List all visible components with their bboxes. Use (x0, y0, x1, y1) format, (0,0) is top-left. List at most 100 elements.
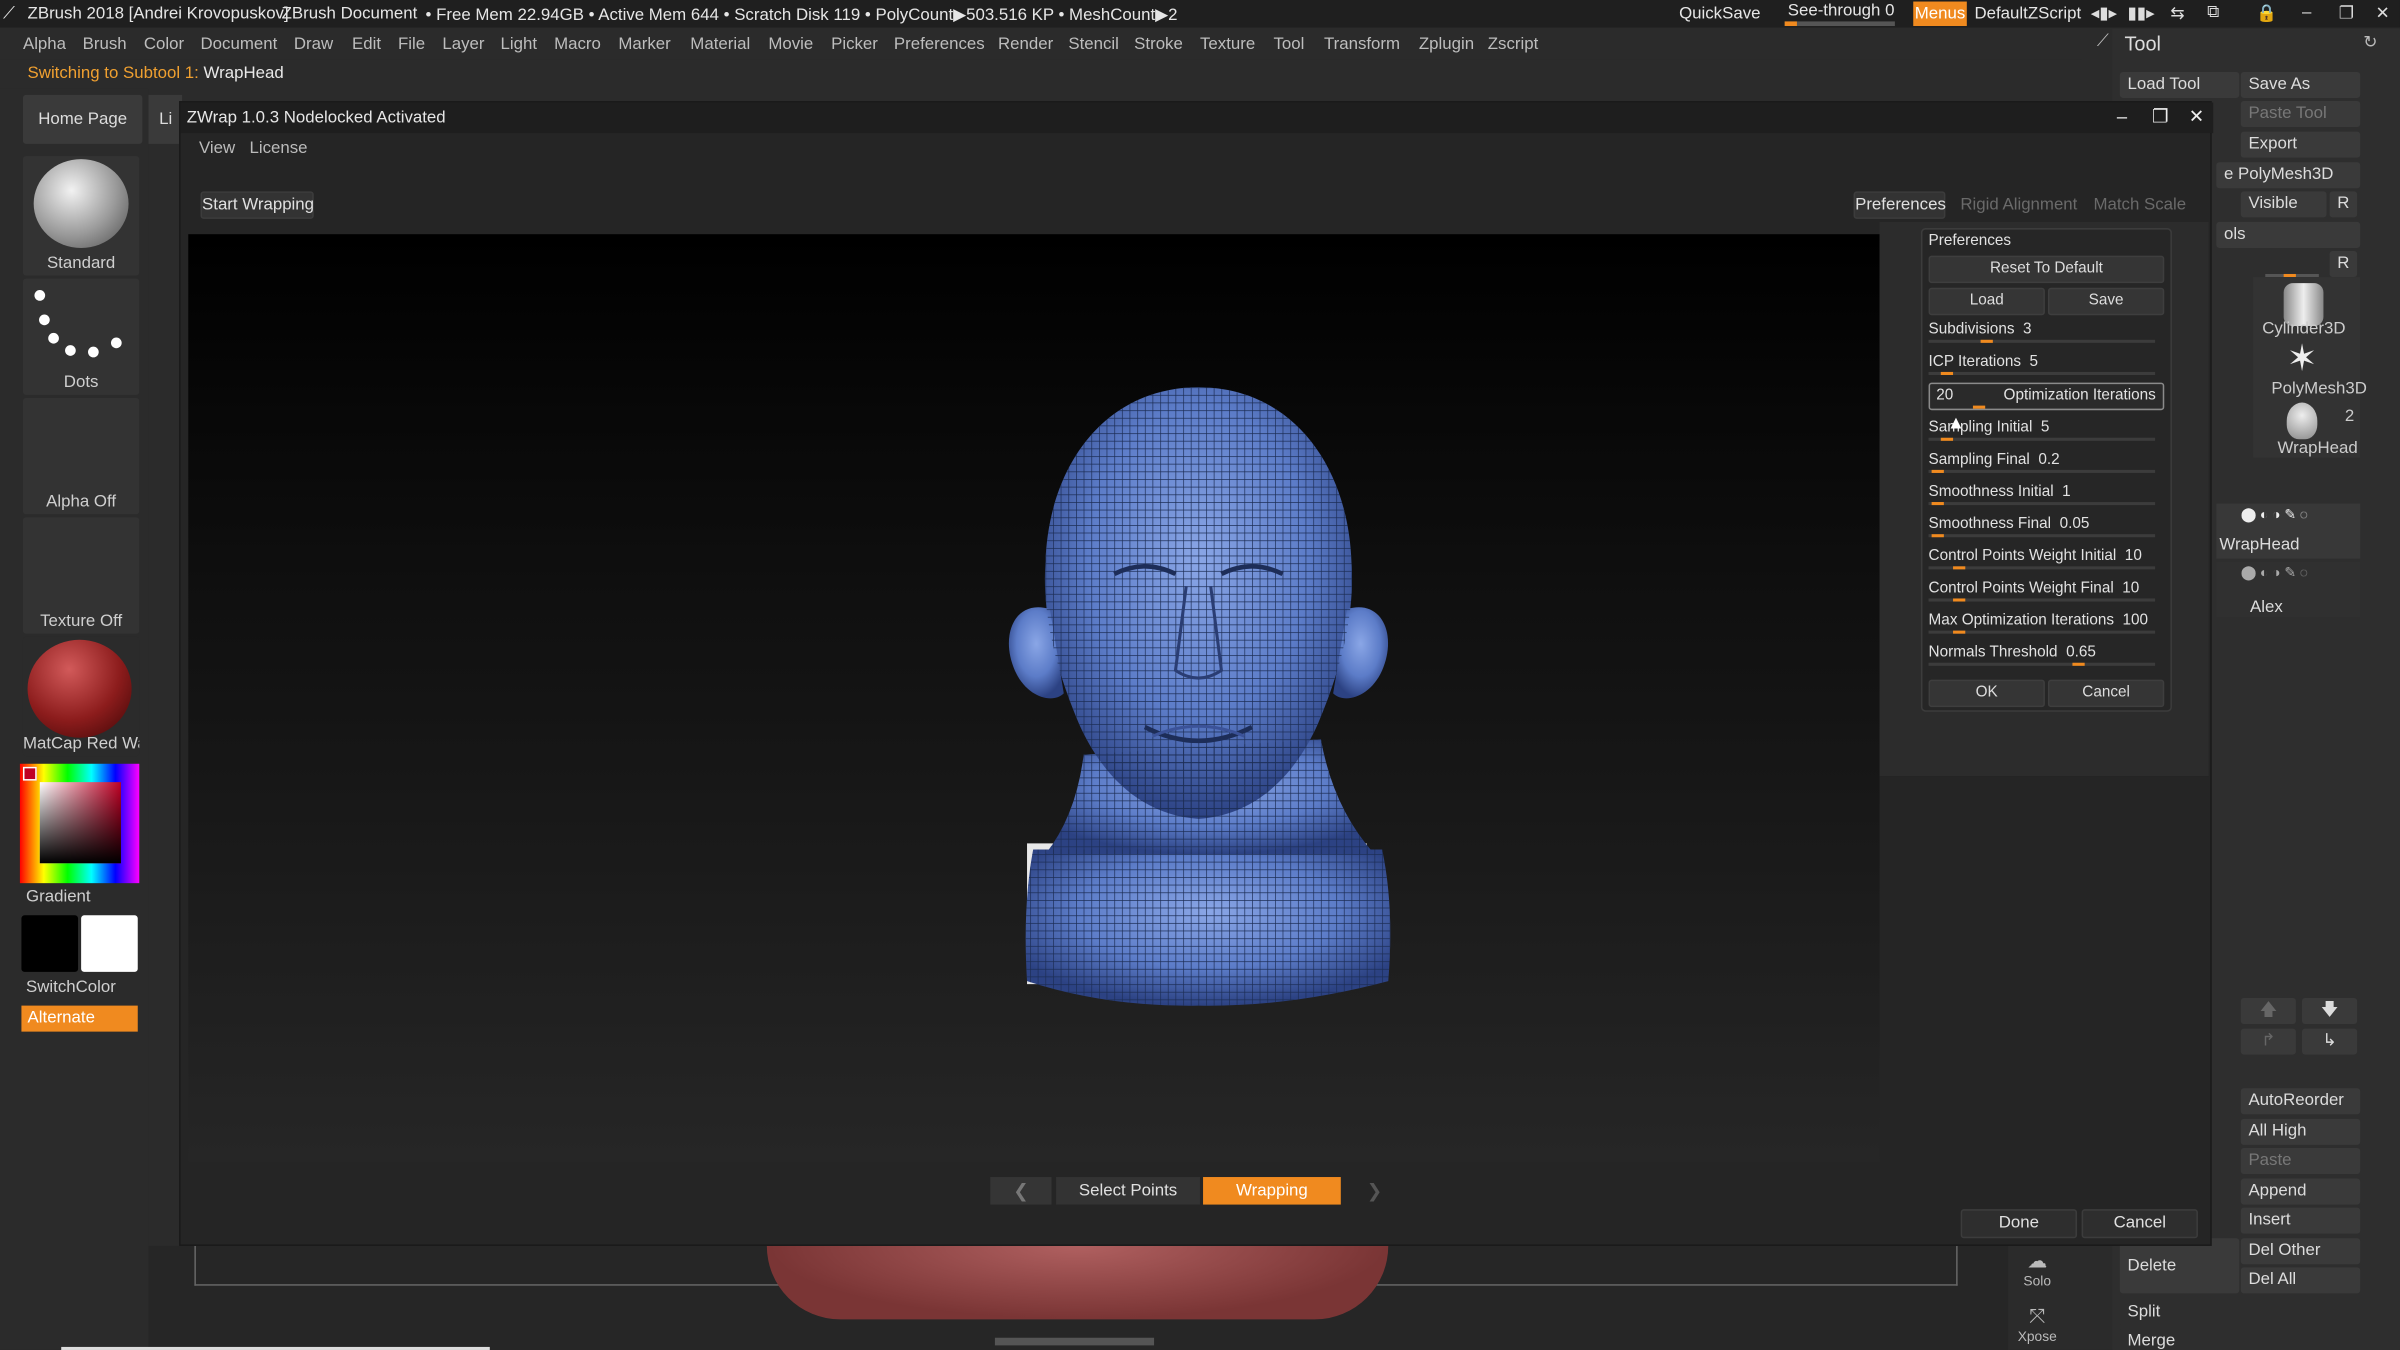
subtools-header[interactable]: ols (2216, 221, 2361, 248)
del-other-button[interactable]: Del Other (2240, 1238, 2361, 1265)
menu-movie[interactable]: Movie (768, 35, 813, 53)
subtool-alex-icons[interactable]: ⬤ ◐ ◑ ✎ ◌ (2241, 565, 2308, 582)
export-button[interactable]: Export (2240, 131, 2361, 158)
visible-r-button[interactable]: R (2329, 191, 2358, 218)
restore-icon[interactable]: ❐ (2339, 3, 2354, 23)
dock-icon[interactable]: ⧉ (2207, 3, 2219, 23)
menu-draw[interactable]: Draw (294, 35, 333, 53)
stroke-selector[interactable]: Dots (22, 278, 140, 395)
tool-r-button[interactable]: R (2329, 251, 2358, 278)
menu-layer[interactable]: Layer (442, 35, 484, 53)
insert-button[interactable]: Insert (2240, 1207, 2361, 1234)
home-page-button[interactable]: Home Page (22, 94, 143, 144)
menu-zscript[interactable]: Zscript (1488, 35, 1539, 53)
prefs-load-button[interactable]: Load (1928, 287, 2045, 316)
menu-macro[interactable]: Macro (554, 35, 601, 53)
polymesh3d-star-icon[interactable]: ✶ (2287, 341, 2318, 378)
next-step-button[interactable]: ❯ (1344, 1177, 1405, 1205)
menu-render[interactable]: Render (998, 35, 1053, 53)
del-all-button[interactable]: Del All (2240, 1267, 2361, 1294)
zwrap-minimize-icon[interactable]: – (2117, 106, 2127, 127)
optimization-iterations-slider[interactable]: 20 Optimization Iterations (1928, 382, 2165, 411)
rigid-alignment-tab[interactable]: Rigid Alignment (1953, 191, 2085, 219)
save-as-button[interactable]: Save As (2240, 71, 2361, 98)
icp-iterations-slider[interactable]: ICP Iterations 5 (1928, 351, 2156, 383)
previous-step-button[interactable]: ❮ (990, 1177, 1052, 1205)
menu-document[interactable]: Document (201, 35, 278, 53)
swap-icon[interactable]: ⇆ (2170, 3, 2184, 23)
document-canvas[interactable] (148, 1245, 2009, 1350)
subtool-item-alex[interactable]: ⬤ ◐ ◑ ✎ ◌ Alex (2216, 561, 2361, 617)
secondary-color-swatch[interactable] (81, 915, 138, 972)
zwrap-maximize-icon[interactable]: ❐ (2152, 106, 2168, 127)
alpha-selector[interactable]: Alpha Off (22, 397, 140, 515)
control-points-weight-final-slider[interactable]: Control Points Weight Final 10 (1928, 577, 2156, 609)
horizontal-scrollbar[interactable] (994, 1337, 1155, 1346)
menu-brush[interactable]: Brush (83, 35, 127, 53)
normals-threshold-slider[interactable]: Normals Threshold 0.65 (1928, 641, 2156, 673)
main-color-swatch[interactable] (21, 915, 79, 972)
sampling-final-slider[interactable]: Sampling Final 0.2 (1928, 448, 2156, 480)
menu-alpha[interactable]: Alpha (23, 35, 66, 53)
prefs-cancel-button[interactable]: Cancel (2047, 679, 2165, 708)
reset-to-default-button[interactable]: Reset To Default (1928, 255, 2165, 284)
menu-file[interactable]: File (398, 35, 425, 53)
split-header[interactable]: Split (2119, 1299, 2361, 1326)
tool-pin-icon[interactable]: ⟋ (2097, 32, 2109, 52)
menu-preferences[interactable]: Preferences (894, 35, 985, 53)
wraphead-label[interactable]: WrapHead (2278, 439, 2358, 457)
control-points-weight-initial-slider[interactable]: Control Points Weight Initial 10 (1928, 545, 2156, 577)
subtool-visibility-icons[interactable]: ⬤ ◐ ◑ ✎ ◌ (2241, 507, 2308, 524)
menu-light[interactable]: Light (501, 35, 538, 53)
cylinder3d-label[interactable]: Cylinder3D (2262, 320, 2345, 338)
redo-icon[interactable]: ↱ (2240, 1028, 2296, 1055)
zwrap-menu-license[interactable]: License (249, 139, 307, 157)
menu-zplugin[interactable]: Zplugin (1419, 35, 1474, 53)
polymesh3d-label[interactable]: PolyMesh3D (2271, 380, 2366, 398)
palette-refresh-icon[interactable]: ↻ (2363, 32, 2377, 52)
zwrap-close-icon[interactable]: ✕ (2189, 106, 2204, 127)
wrapping-button[interactable]: Wrapping (1203, 1177, 1341, 1205)
solo-button[interactable]: ☁ Solo (2014, 1249, 2060, 1292)
append-button[interactable]: Append (2240, 1178, 2361, 1205)
paste-button[interactable]: Paste (2240, 1147, 2361, 1174)
merge-header[interactable]: Merge (2119, 1328, 2361, 1350)
subtool-item-wraphead[interactable]: ⬤ ◐ ◑ ✎ ◌ WrapHead (2216, 503, 2361, 559)
prefs-save-button[interactable]: Save (2047, 287, 2165, 316)
done-button[interactable]: Done (1960, 1209, 2078, 1239)
preferences-tab[interactable]: Preferences (1853, 191, 1946, 219)
minimize-icon[interactable]: – (2302, 3, 2311, 21)
move-down-icon[interactable]: 🡇 (2302, 997, 2358, 1024)
palette-icon[interactable]: ▮▮▸ (2128, 3, 2155, 23)
subtool-wraphead-name[interactable]: WrapHead (2219, 536, 2299, 554)
color-sv-square[interactable] (39, 782, 121, 864)
layout-icon[interactable]: ◂▮▸ (2091, 3, 2117, 23)
all-high-button[interactable]: All High (2240, 1118, 2361, 1145)
wraphead-thumb-icon[interactable] (2286, 402, 2318, 440)
close-icon[interactable]: ✕ (2375, 3, 2389, 23)
material-selector[interactable]: MatCap Red Wax (22, 636, 140, 757)
zwrap-menu-view[interactable]: View (199, 139, 235, 157)
visible-button[interactable]: Visible (2240, 191, 2327, 218)
default-zscript-button[interactable]: DefaultZScript (1974, 5, 2081, 23)
merge-down-icon[interactable]: ↳ (2302, 1028, 2358, 1055)
prefs-ok-button[interactable]: OK (1928, 679, 2045, 708)
menu-material[interactable]: Material (690, 35, 750, 53)
subdivisions-slider[interactable]: Subdivisions 3 (1928, 318, 2156, 350)
load-tool-button[interactable]: Load Tool (2119, 71, 2240, 98)
lightbox-button[interactable]: Li (148, 94, 183, 144)
delete-button[interactable]: Delete (2119, 1238, 2240, 1294)
subtool-alex-name[interactable]: Alex (2250, 598, 2283, 616)
zwrap-viewport[interactable] (188, 234, 1880, 1162)
quicksave-button[interactable]: QuickSave (1679, 5, 1760, 23)
menu-transform[interactable]: Transform (1324, 35, 1400, 53)
see-through-slider[interactable]: See-through 0 (1788, 2, 1895, 20)
menu-picker[interactable]: Picker (831, 35, 878, 53)
make-polymesh-button[interactable]: e PolyMesh3D (2216, 162, 2361, 189)
lock-icon[interactable]: 🔒 (2256, 3, 2277, 23)
menu-color[interactable]: Color (144, 35, 184, 53)
alternate-button[interactable]: Alternate (21, 1005, 138, 1032)
cancel-button[interactable]: Cancel (2081, 1209, 2198, 1239)
menu-edit[interactable]: Edit (352, 35, 381, 53)
autoreorder-button[interactable]: AutoReorder (2240, 1088, 2361, 1115)
